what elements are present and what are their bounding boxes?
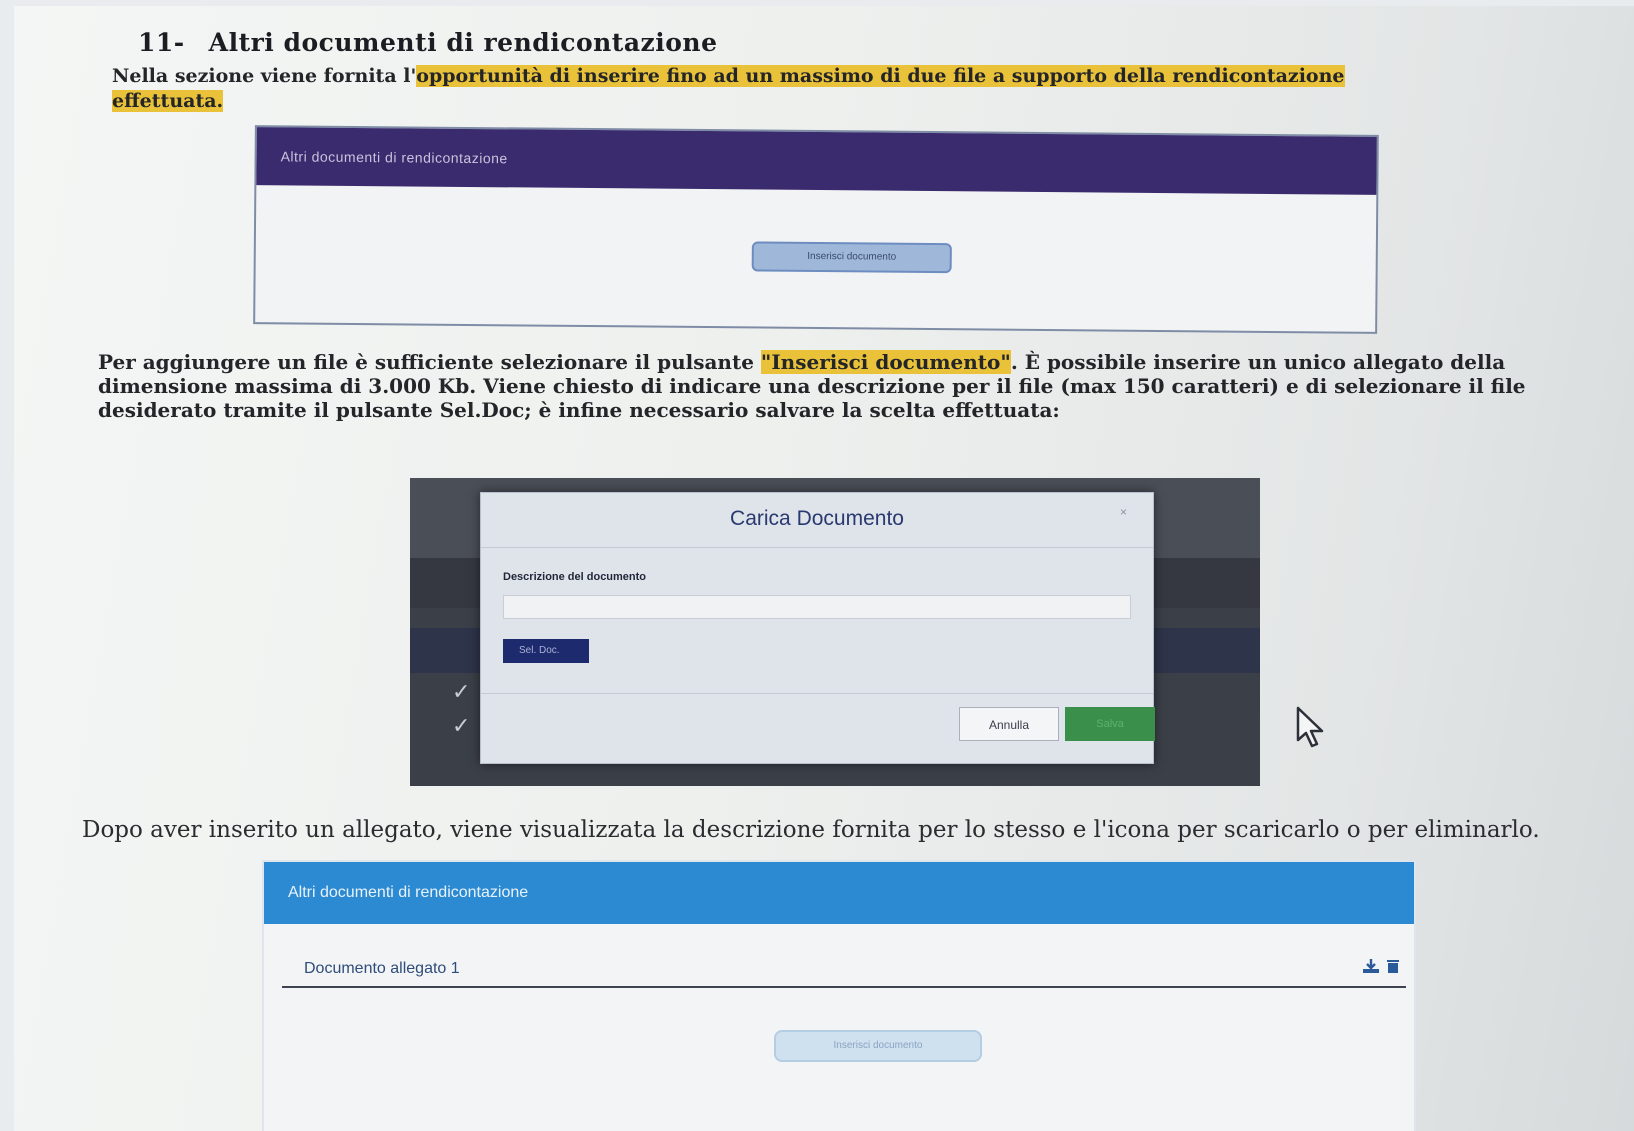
insert-document-button[interactable]: Inserisci documento [751, 241, 952, 274]
section-number: 11- [138, 28, 185, 57]
panel-empty: Altri documenti di rendicontazione Inser… [253, 125, 1379, 334]
intro-text: Nella sezione viene fornita l' [112, 65, 417, 87]
attachment-label: Documento allegato 1 [304, 960, 460, 977]
check-icon: ✓ [452, 714, 471, 739]
panel-empty-header: Altri documenti di rendicontazione [256, 127, 1377, 195]
upload-modal: Carica Documento × Descrizione del docum… [480, 492, 1155, 764]
intro-paragraph: Nella sezione viene fornita l'opportunit… [112, 64, 1412, 114]
modal-title: Carica Documento [730, 507, 904, 530]
instructions-paragraph: Per aggiungere un file è sufficiente sel… [98, 350, 1558, 422]
cancel-button[interactable]: Annulla [959, 707, 1059, 741]
panel-filled-header: Altri documenti di rendicontazione [264, 862, 1414, 924]
download-icon[interactable] [1362, 958, 1380, 974]
instructions-highlight: "Inserisci documento" [760, 350, 1011, 374]
check-icon: ✓ [452, 680, 471, 705]
description-input[interactable] [503, 595, 1131, 619]
select-document-button[interactable]: Sel. Doc. [503, 639, 589, 663]
section-heading: 11- Altri documenti di rendicontazione [138, 28, 718, 57]
close-icon[interactable]: × [1120, 505, 1127, 519]
document-page: 11- Altri documenti di rendicontazione Ne… [14, 6, 1634, 1131]
mouse-cursor-icon [1296, 706, 1324, 748]
instructions-text-1: Per aggiungere un file è sufficiente sel… [98, 350, 761, 374]
section-title: Altri documenti di rendicontazione [208, 28, 718, 57]
description-label: Descrizione del documento [503, 571, 647, 583]
upload-modal-screenshot: ✓ ✓ Carica Documento × Descrizione del d… [410, 478, 1260, 786]
trash-icon[interactable] [1386, 958, 1400, 974]
after-upload-paragraph: Dopo aver inserito un allegato, viene vi… [82, 817, 1540, 843]
panel-filled: Altri documenti di rendicontazione Docum… [262, 860, 1416, 1131]
attachment-row: Documento allegato 1 [282, 958, 1406, 988]
save-button[interactable]: Salva [1065, 707, 1155, 741]
insert-document-button[interactable]: Inserisci documento [774, 1030, 982, 1062]
